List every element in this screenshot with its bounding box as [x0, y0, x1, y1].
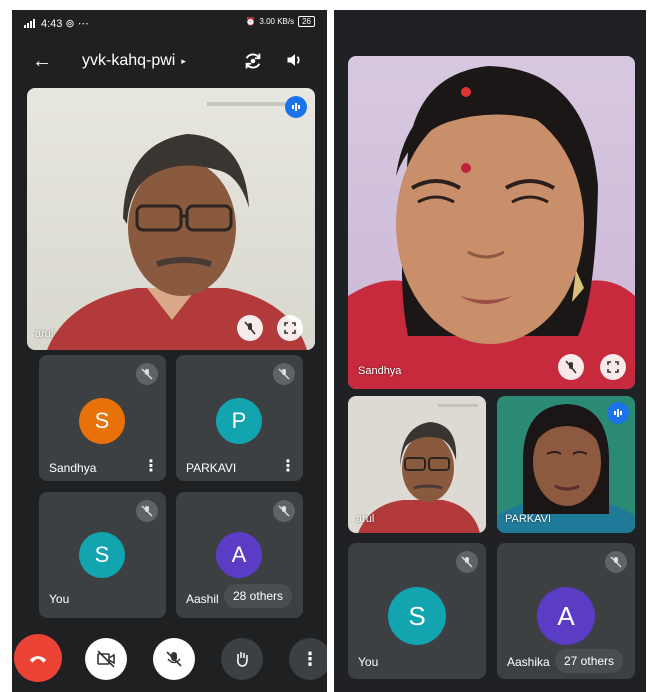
- avatar: S: [79, 532, 125, 578]
- participant-tile-parkavi[interactable]: P PARKAVI ⋮: [176, 355, 303, 481]
- speaker-icon[interactable]: [285, 50, 305, 70]
- participant-tile-aashika[interactable]: A Aashika 27 others: [497, 543, 635, 679]
- battery-icon: 26: [298, 16, 315, 27]
- network-speed: 3.00 KB/s: [259, 17, 295, 26]
- alarm-icon: ⏰: [245, 17, 256, 26]
- mic-off-icon: [273, 500, 295, 522]
- camera-toggle-button[interactable]: [85, 638, 127, 680]
- mic-off-icon: [456, 551, 478, 573]
- avatar: A: [216, 532, 262, 578]
- others-count-badge[interactable]: 27 others: [555, 649, 624, 673]
- status-bar: 4:43 ⊚ ⋯ ⏰ 3.00 KB/s 26: [12, 10, 327, 36]
- small-video-arul[interactable]: arul: [348, 396, 486, 533]
- participant-name: Sandhya: [49, 461, 97, 475]
- mic-off-icon: [237, 315, 263, 341]
- fullscreen-icon[interactable]: [277, 315, 303, 341]
- back-arrow-icon[interactable]: ←: [32, 50, 52, 72]
- more-options-icon[interactable]: ⋮: [143, 459, 159, 475]
- video-person-image: [348, 66, 635, 389]
- meeting-code: yvk-kahq-pwi: [82, 52, 176, 69]
- participant-tile-you[interactable]: S You: [39, 492, 166, 618]
- video-name-label: arul: [356, 513, 375, 525]
- mic-off-icon: [605, 551, 627, 573]
- meeting-title[interactable]: yvk-kahq-pwi ▸: [82, 52, 186, 70]
- participant-name: You: [358, 655, 379, 669]
- raise-hand-button[interactable]: [221, 638, 263, 680]
- mic-off-icon: [136, 363, 158, 385]
- switch-camera-icon[interactable]: [242, 50, 264, 72]
- speaking-indicator-icon: [285, 96, 307, 118]
- participant-tile-sandhya[interactable]: S Sandhya ⋮: [39, 355, 166, 481]
- main-video-arul[interactable]: arul: [27, 88, 315, 350]
- speaking-indicator-icon: [607, 402, 629, 424]
- participant-name: PARKAVI: [186, 461, 237, 475]
- status-time: 4:43: [41, 17, 63, 30]
- video-person-image: [47, 102, 307, 350]
- participant-name: Aashil: [186, 592, 219, 606]
- avatar: S: [388, 587, 446, 645]
- participant-tile-you[interactable]: S You: [348, 543, 486, 679]
- video-name-label: arul: [35, 328, 54, 340]
- avatar: S: [79, 398, 125, 444]
- others-count-badge[interactable]: 28 others: [224, 584, 293, 608]
- participant-name: You: [49, 592, 70, 606]
- avatar: P: [216, 398, 262, 444]
- status-extra: ⊚ ⋯: [65, 18, 89, 30]
- left-phone-screen: 4:43 ⊚ ⋯ ⏰ 3.00 KB/s 26 ← yvk-kahq-pwi ▸: [12, 10, 327, 692]
- participant-name: Aashika: [507, 655, 550, 669]
- mic-toggle-button[interactable]: [153, 638, 195, 680]
- meeting-top-bar: ← yvk-kahq-pwi ▸: [12, 46, 327, 78]
- end-call-button[interactable]: [14, 634, 62, 682]
- right-phone-screen: Sandhya arul PARKAVI S You A Aashika 27 …: [334, 10, 646, 692]
- participant-tile-aashika[interactable]: A Aashil 28 others: [176, 492, 303, 618]
- more-options-button[interactable]: ⋮: [289, 638, 327, 680]
- more-options-icon[interactable]: ⋮: [280, 459, 296, 475]
- fullscreen-icon[interactable]: [600, 354, 626, 380]
- mic-off-icon: [558, 354, 584, 380]
- signal-icon: [24, 19, 35, 28]
- mic-off-icon: [273, 363, 295, 385]
- main-video-sandhya[interactable]: Sandhya: [348, 56, 635, 389]
- expand-icon: ▸: [181, 55, 186, 66]
- small-video-parkavi[interactable]: PARKAVI: [497, 396, 635, 533]
- mic-off-icon: [136, 500, 158, 522]
- avatar: A: [537, 587, 595, 645]
- video-name-label: Sandhya: [358, 365, 402, 377]
- video-name-label: PARKAVI: [505, 513, 552, 525]
